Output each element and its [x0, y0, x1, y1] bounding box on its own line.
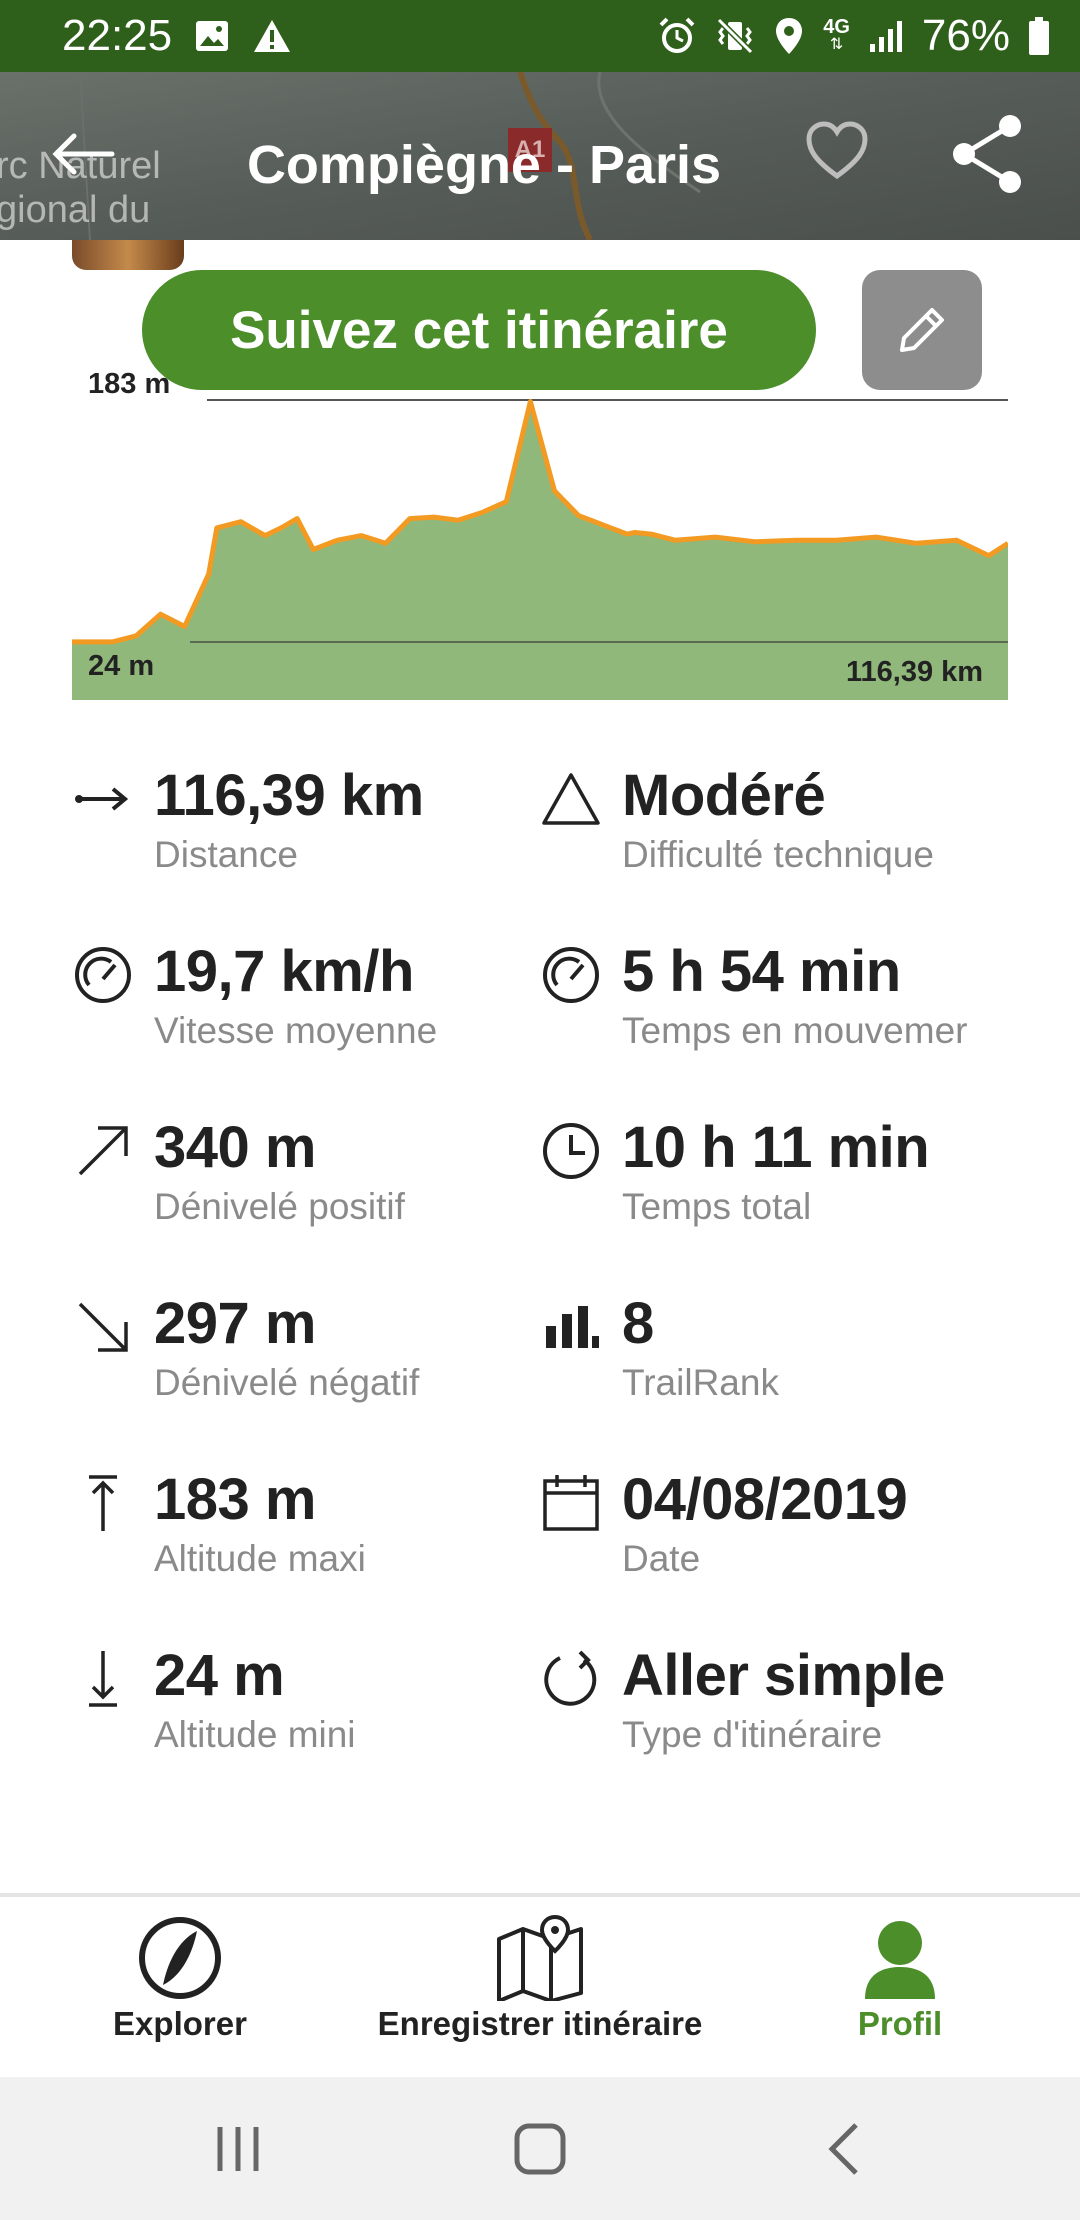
stat-label: TrailRank — [622, 1362, 779, 1403]
stat-label: Temps total — [622, 1186, 812, 1227]
chevron-left-icon — [828, 2123, 858, 2175]
edit-button[interactable] — [862, 270, 982, 390]
route-photo-thumbnail[interactable] — [72, 240, 184, 270]
elevation-profile-chart — [72, 399, 1008, 700]
map-pin-icon — [497, 1915, 583, 2001]
calendar-icon — [540, 1472, 602, 1534]
home-button[interactable] — [512, 2121, 568, 2182]
stat-label: Date — [622, 1538, 701, 1579]
stat-value: 5 h 54 min — [622, 939, 901, 1004]
stat-value: 183 m — [154, 1467, 316, 1532]
arrow-up-right-icon — [72, 1120, 134, 1182]
network-4g-icon: 4G ⇅ — [823, 16, 850, 53]
alarm-icon — [657, 16, 697, 56]
vibrate-icon — [715, 16, 755, 56]
stat-value: 10 h 11 min — [622, 1115, 930, 1180]
clock-icon — [540, 1120, 602, 1182]
distance-arrow-icon — [72, 768, 134, 830]
stat-value: 04/08/2019 — [622, 1467, 908, 1532]
status-time: 22:25 — [62, 11, 173, 60]
stat-value: 19,7 km/h — [154, 939, 414, 1004]
image-icon — [194, 18, 230, 54]
circular-arrow-icon — [540, 1648, 602, 1710]
stat-value: Modéré — [622, 763, 826, 828]
stat-label: Difficulté technique — [622, 834, 934, 875]
system-navigation-bar — [0, 2077, 1080, 2220]
elevation-distance-label: 116,39 km — [846, 656, 984, 688]
compass-icon — [139, 1917, 221, 1999]
user-icon — [865, 1921, 935, 1999]
nav-record-label: Enregistrer itinéraire — [377, 2005, 703, 2042]
pencil-icon — [900, 308, 944, 352]
nav-record[interactable]: Enregistrer itinéraire — [370, 1915, 710, 2043]
stat-value: 8 — [622, 1291, 654, 1356]
stat-label: Distance — [154, 834, 298, 875]
route-header: rc Naturel gional du A1 Compiègne - Pari… — [0, 72, 1080, 240]
nav-profile[interactable]: Profil — [830, 1915, 970, 2043]
elevation-max-label: 183 m — [88, 368, 171, 400]
elevation-min-label: 24 m — [88, 650, 155, 682]
share-icon — [953, 115, 1021, 193]
share-button[interactable] — [950, 114, 1024, 199]
stat-label: Dénivelé négatif — [154, 1362, 420, 1403]
arrow-up-bar-icon — [72, 1472, 134, 1534]
triangle-icon — [540, 768, 602, 830]
stat-value: 340 m — [154, 1115, 316, 1180]
battery-icon — [1028, 16, 1050, 56]
heart-icon — [806, 121, 868, 180]
bar-chart-icon — [540, 1296, 602, 1358]
status-bar: 22:25 4G ⇅ 76% — [0, 0, 1080, 72]
warning-icon — [252, 18, 292, 54]
location-icon — [773, 16, 805, 56]
favorite-button[interactable] — [805, 120, 869, 185]
stat-label: Dénivelé positif — [154, 1186, 405, 1227]
recent-apps-button[interactable] — [210, 2121, 266, 2182]
stat-label: Type d'itinéraire — [622, 1714, 883, 1755]
bottom-navigation: Explorer Enregistrer itinéraire Profil — [0, 1897, 1080, 2077]
follow-route-button[interactable]: Suivez cet itinéraire — [142, 270, 816, 390]
speedometer-icon — [540, 944, 602, 1006]
arrow-down-right-icon — [72, 1296, 134, 1358]
nav-explore-label: Explorer — [113, 2005, 247, 2042]
stat-label: Altitude mini — [154, 1714, 356, 1755]
stat-value: Aller simple — [622, 1643, 945, 1708]
route-title: Compiègne - Paris — [246, 135, 722, 195]
stat-value: 24 m — [154, 1643, 285, 1708]
stat-label: Temps en mouvemer — [622, 1010, 968, 1051]
stat-label: Vitesse moyenne — [154, 1010, 438, 1051]
speedometer-icon — [72, 944, 134, 1006]
nav-profile-label: Profil — [857, 2005, 943, 2042]
system-back-button[interactable] — [818, 2121, 874, 2182]
arrow-down-bar-icon — [72, 1648, 134, 1710]
home-icon — [514, 2123, 566, 2175]
recent-apps-icon — [217, 2127, 259, 2171]
stat-value: 297 m — [154, 1291, 316, 1356]
nav-explore[interactable]: Explorer — [110, 1915, 250, 2043]
battery-percent: 76% — [921, 11, 1010, 60]
stat-label: Altitude maxi — [154, 1538, 366, 1579]
stat-value: 116,39 km — [154, 763, 424, 828]
signal-icon — [868, 18, 904, 54]
